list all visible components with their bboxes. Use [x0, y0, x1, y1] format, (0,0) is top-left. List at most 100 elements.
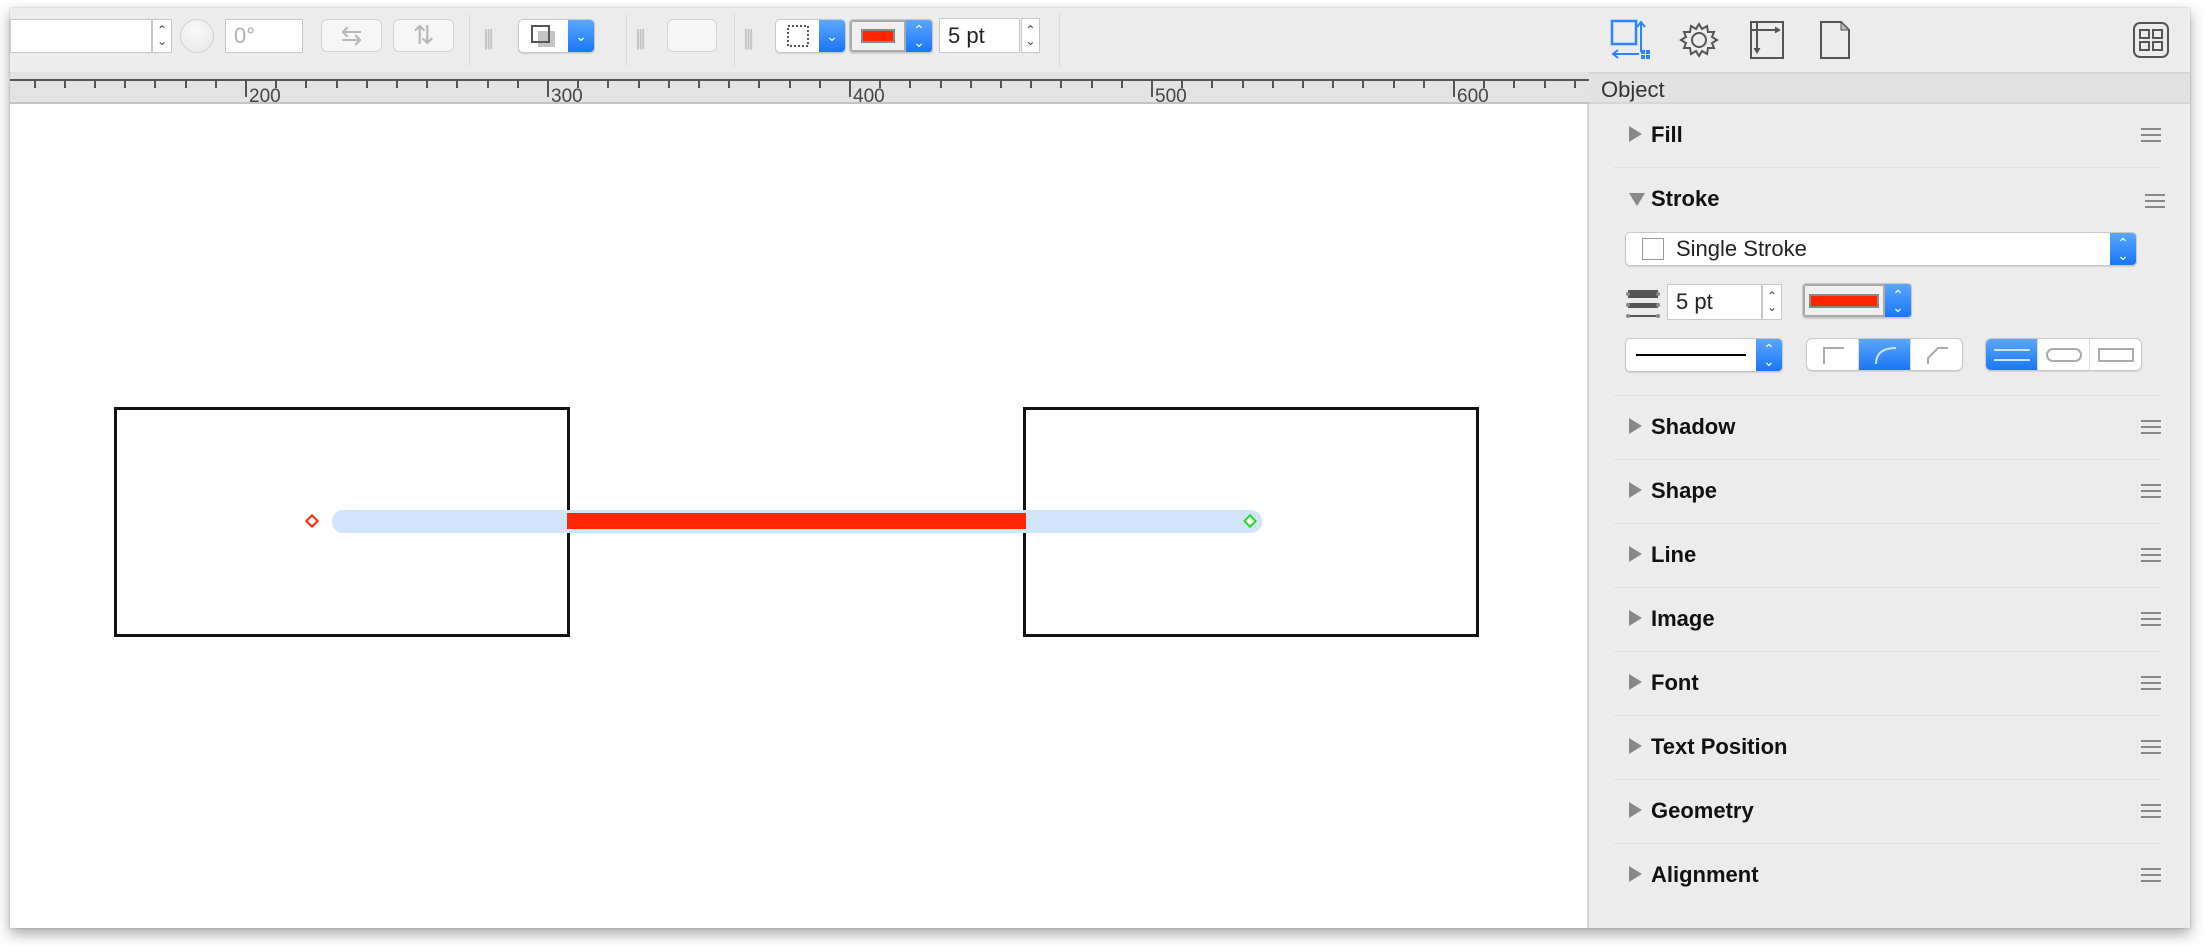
- inspector-tabs: [1589, 8, 2190, 72]
- toolbar: ⌃ ⌄ 0° ⇆ ⇅ ||| ⌄ ||| ||| ⌄ ⌃ ⌄ 5 pt ⌃ ⌄: [10, 8, 1589, 72]
- stroke-color-well[interactable]: ⌃ ⌄: [1802, 283, 1912, 318]
- disclosure-triangle-icon[interactable]: [1629, 610, 1642, 626]
- round-corner-icon: [1874, 346, 1896, 364]
- square-cap-icon: [2097, 347, 2134, 362]
- disclosure-triangle-icon[interactable]: [1629, 193, 1645, 206]
- disclosure-triangle-icon[interactable]: [1629, 866, 1642, 882]
- ruler-minor-tick: [1271, 79, 1274, 88]
- section-title[interactable]: Image: [1651, 606, 1715, 632]
- line-pattern-popup[interactable]: ⌃ ⌄: [1625, 338, 1783, 372]
- object-tab[interactable]: [1609, 18, 1653, 62]
- round-corner-option[interactable]: [1859, 339, 1911, 370]
- position-stepper[interactable]: ⌃ ⌄: [152, 19, 172, 53]
- section-title[interactable]: Geometry: [1651, 798, 1754, 824]
- ruler-major-tick: [849, 79, 851, 97]
- ruler-minor-tick: [667, 79, 670, 88]
- canvas-tab[interactable]: [1745, 18, 1789, 62]
- round-cap-option[interactable]: [2038, 339, 2090, 370]
- menu-icon[interactable]: [2141, 612, 2161, 626]
- menu-icon[interactable]: [2141, 420, 2161, 434]
- rotation-knob[interactable]: [180, 19, 214, 53]
- ruler-minor-tick: [305, 79, 308, 88]
- ruler-minor-tick: [1090, 79, 1093, 88]
- stroke-width-field[interactable]: 5 pt: [1667, 284, 1762, 320]
- ruler-minor-tick: [1302, 79, 1304, 88]
- flip-vertical-button[interactable]: ⇅: [393, 19, 454, 52]
- square-cap-option[interactable]: [2090, 339, 2141, 370]
- stroke-type-popup[interactable]: Single Stroke ⌃ ⌄: [1625, 232, 2137, 266]
- section-title[interactable]: Text Position: [1651, 734, 1788, 760]
- shadow-style-popup[interactable]: ⌄: [518, 19, 595, 53]
- menu-icon[interactable]: [2141, 548, 2161, 562]
- document-icon: [1820, 20, 1851, 59]
- disclosure-triangle-icon[interactable]: [1629, 482, 1642, 498]
- ruler-minor-tick: [1000, 79, 1002, 88]
- empty-style-button[interactable]: [667, 19, 717, 52]
- ruler-minor-tick: [607, 79, 610, 88]
- butt-cap-icon: [1993, 348, 2030, 361]
- stroke-width-stepper[interactable]: ⌃ ⌄: [1021, 18, 1040, 53]
- ruler-minor-tick: [818, 79, 821, 88]
- section-title[interactable]: Stroke: [1651, 186, 1719, 212]
- menu-icon[interactable]: [2141, 484, 2161, 498]
- menu-icon[interactable]: [2141, 128, 2161, 142]
- object-geometry-icon: [1610, 19, 1650, 59]
- section-title[interactable]: Line: [1651, 542, 1696, 568]
- drag-grip-icon[interactable]: |||: [483, 25, 494, 51]
- menu-icon[interactable]: [2145, 194, 2165, 208]
- menu-icon[interactable]: [2141, 740, 2161, 754]
- horizontal-ruler: 200 300 400 500 600: [10, 72, 1589, 107]
- section-title[interactable]: Shadow: [1651, 414, 1735, 440]
- document-tab[interactable]: [1813, 18, 1857, 62]
- section-shape: Shape: [1613, 460, 2161, 524]
- butt-cap-option[interactable]: [1986, 339, 2038, 370]
- stroke-type-label: Single Stroke: [1676, 236, 1807, 261]
- chevron-down-icon: ⌄: [568, 20, 594, 52]
- menu-icon[interactable]: [2141, 676, 2161, 690]
- disclosure-triangle-icon[interactable]: [1629, 674, 1642, 690]
- stroke-width-field[interactable]: 5 pt: [939, 18, 1020, 53]
- stroke-width-stepper[interactable]: ⌃ ⌄: [1762, 284, 1782, 320]
- ruler-minor-tick: [456, 79, 459, 88]
- drawing-canvas[interactable]: [10, 104, 1589, 928]
- section-title[interactable]: Fill: [1651, 122, 1683, 148]
- corner-style-control[interactable]: [1806, 338, 1963, 371]
- up-down-chevron-icon: ⌃ ⌄: [1756, 339, 1782, 371]
- drag-grip-icon[interactable]: |||: [743, 25, 754, 51]
- bevel-corner-option[interactable]: [1911, 339, 1962, 370]
- connector-line[interactable]: [567, 513, 1026, 529]
- stroke-style-popup[interactable]: ⌄: [775, 19, 846, 53]
- rotation-field[interactable]: 0°: [225, 19, 303, 53]
- drag-grip-icon[interactable]: |||: [635, 25, 646, 51]
- disclosure-triangle-icon[interactable]: [1629, 546, 1642, 562]
- square-corner-option[interactable]: [1807, 339, 1859, 370]
- menu-icon[interactable]: [2141, 804, 2161, 818]
- disclosure-triangle-icon[interactable]: [1629, 126, 1642, 142]
- disclosure-triangle-icon[interactable]: [1629, 738, 1642, 754]
- ruler-minor-tick: [426, 79, 429, 88]
- ruler-minor-tick: [1030, 79, 1033, 88]
- flip-horizontal-button[interactable]: ⇆: [321, 19, 382, 52]
- ruler-minor-tick: [365, 79, 368, 88]
- stroke-color-well[interactable]: ⌃ ⌄: [849, 19, 933, 53]
- dotted-square-icon: [786, 25, 809, 47]
- ruler-minor-tick: [516, 79, 519, 88]
- stroke-type-checkbox[interactable]: [1642, 238, 1664, 260]
- section-title[interactable]: Font: [1651, 670, 1699, 696]
- toolbar-divider: [626, 14, 627, 66]
- up-down-chevron-icon: ⌃ ⌄: [1885, 284, 1911, 317]
- disclosure-triangle-icon[interactable]: [1629, 802, 1642, 818]
- ruler-minor-tick: [1211, 79, 1214, 88]
- section-title[interactable]: Alignment: [1651, 862, 1759, 888]
- bevel-corner-icon: [1926, 346, 1948, 364]
- section-title[interactable]: Shape: [1651, 478, 1717, 504]
- properties-tab[interactable]: [1677, 18, 1721, 62]
- position-field[interactable]: [10, 19, 152, 53]
- layout-button[interactable]: [2129, 18, 2173, 62]
- section-fill: Fill: [1613, 104, 2161, 168]
- line-cap-control[interactable]: [1985, 338, 2142, 371]
- menu-icon[interactable]: [2141, 868, 2161, 882]
- ruler-minor-tick: [214, 79, 217, 88]
- disclosure-triangle-icon[interactable]: [1629, 418, 1642, 434]
- grid-icon: [2133, 22, 2169, 58]
